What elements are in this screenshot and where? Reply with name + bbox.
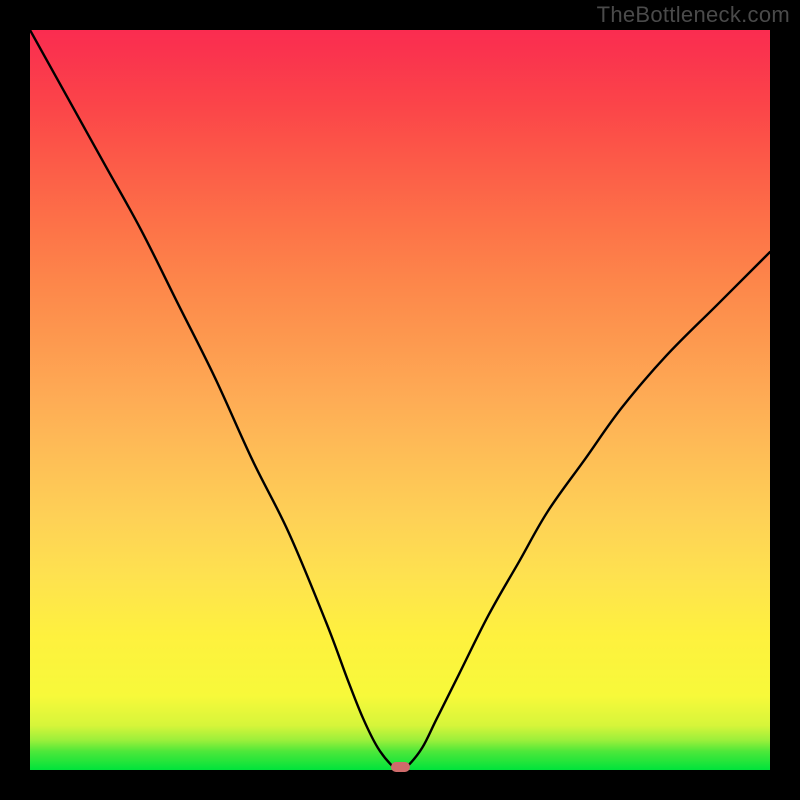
plot-area (30, 30, 770, 770)
watermark-text: TheBottleneck.com (597, 2, 790, 28)
chart-frame: TheBottleneck.com (0, 0, 800, 800)
bottleneck-curve (30, 30, 770, 770)
minimum-marker (391, 762, 410, 772)
